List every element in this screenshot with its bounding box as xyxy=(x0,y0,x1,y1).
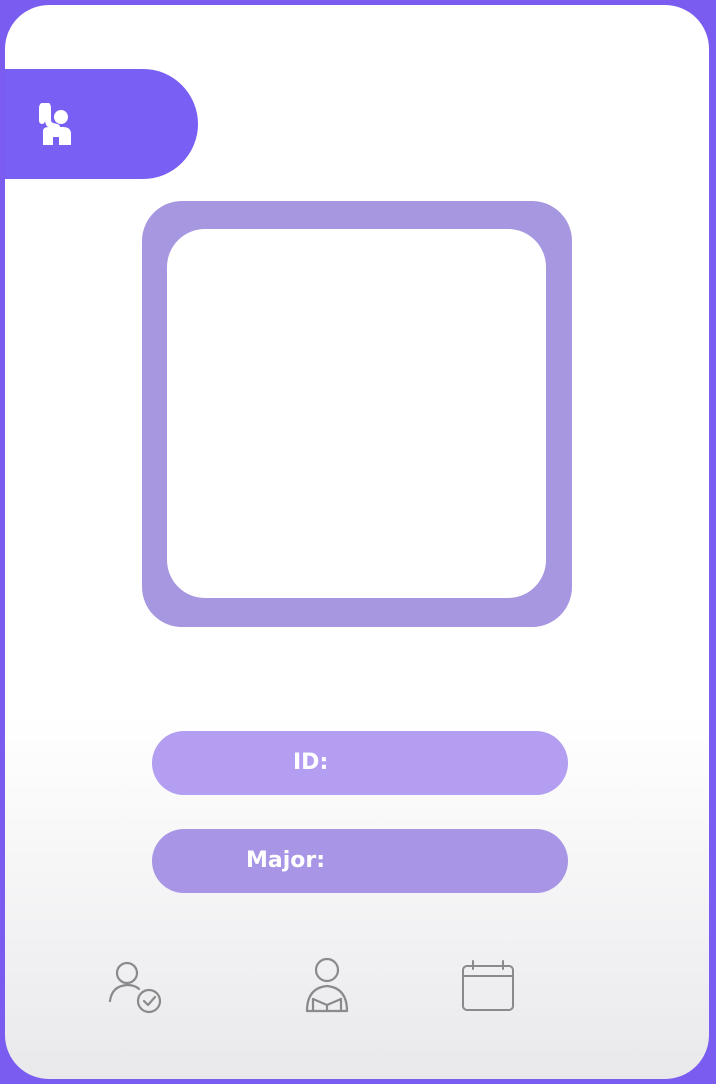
major-field[interactable]: Major: xyxy=(152,829,568,893)
student-reading-icon[interactable] xyxy=(295,955,359,1019)
major-label: Major: xyxy=(246,848,326,873)
badge-tab[interactable] xyxy=(5,69,198,179)
id-field[interactable]: ID: xyxy=(152,731,568,795)
calendar-icon[interactable] xyxy=(455,955,519,1019)
raised-hand-person-icon xyxy=(39,103,71,145)
user-check-icon[interactable] xyxy=(105,955,169,1019)
student-card: ID: Major: xyxy=(5,5,709,1079)
id-label: ID: xyxy=(293,750,329,775)
photo-frame xyxy=(142,201,572,627)
photo-placeholder[interactable] xyxy=(167,229,546,598)
